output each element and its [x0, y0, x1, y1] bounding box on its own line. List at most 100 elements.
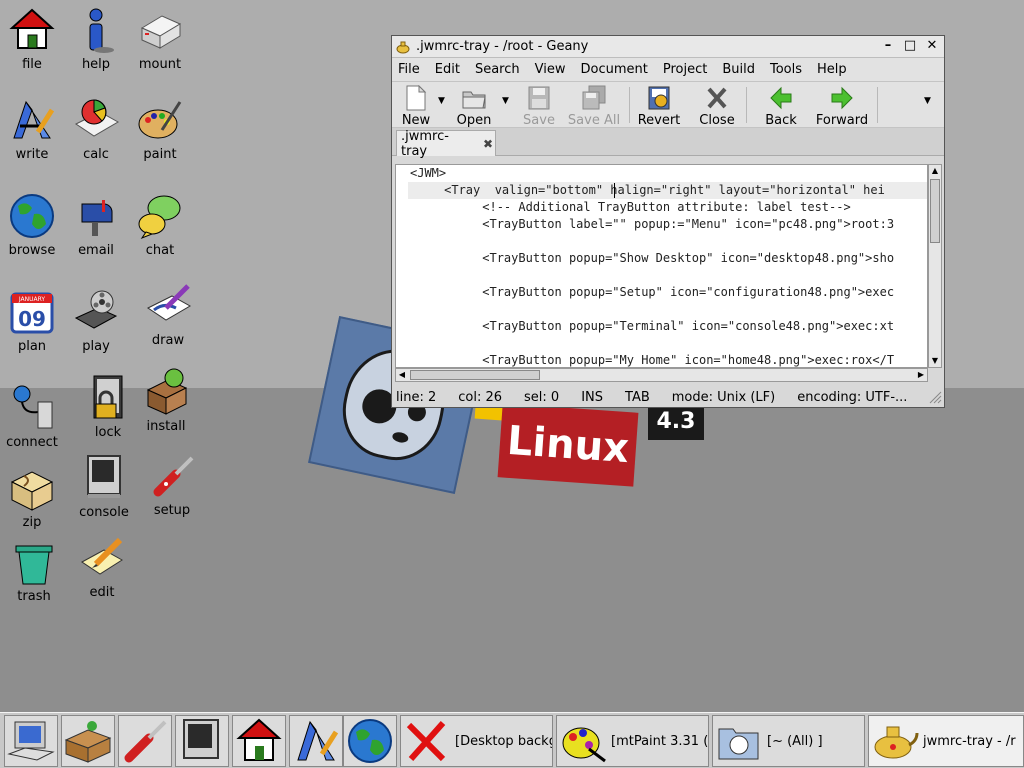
menu-project[interactable]: Project — [663, 62, 707, 77]
launcher-setup[interactable] — [118, 715, 172, 767]
open-button[interactable]: Open — [449, 85, 499, 128]
menu-file[interactable]: File — [398, 62, 420, 77]
status-mode: mode: Unix (LF) — [671, 389, 776, 405]
mtpaint-icon — [559, 719, 607, 763]
info-icon — [72, 6, 120, 54]
menu-edit[interactable]: Edit — [435, 62, 460, 77]
scroll-left-arrow-icon[interactable]: ◀ — [396, 369, 408, 381]
menu-document[interactable]: Document — [580, 62, 647, 77]
desktop-icon-paint[interactable]: paint — [124, 96, 196, 162]
maximize-button[interactable]: □ — [902, 38, 918, 54]
palette-icon — [136, 96, 184, 144]
close-button[interactable]: Close — [694, 85, 740, 128]
lock-icon — [84, 374, 132, 422]
desktop-icon-label: chat — [145, 243, 175, 258]
save-disk-icon — [527, 85, 551, 111]
globe-icon — [348, 719, 392, 763]
scroll-down-arrow-icon[interactable]: ▼ — [929, 355, 941, 367]
scroll-up-arrow-icon[interactable]: ▲ — [929, 165, 941, 177]
status-col: col: 26 — [458, 389, 503, 405]
horizontal-scroll-thumb[interactable] — [410, 370, 540, 380]
desktop-icon-trash[interactable]: trash — [0, 538, 70, 604]
desktop-icon-play[interactable]: play — [60, 288, 132, 354]
task-label: [mtPaint 3.31 ( — [611, 733, 709, 749]
menu-view[interactable]: View — [535, 62, 566, 77]
vertical-scroll-thumb[interactable] — [930, 179, 940, 243]
desktop-icon-setup[interactable]: setup — [136, 452, 208, 518]
revert-button[interactable]: Revert — [636, 85, 682, 128]
close-window-button[interactable]: ✕ — [924, 38, 940, 54]
minimize-button[interactable]: – — [880, 38, 896, 54]
desktop-icon-mount[interactable]: mount — [124, 6, 196, 72]
mailbox-icon — [72, 192, 120, 240]
desktop-icon-label: browse — [8, 243, 56, 258]
desktop-icon-write[interactable]: write — [0, 96, 68, 162]
code-line: <TrayButton popup="Show Desktop" icon="d… — [410, 251, 895, 265]
launcher-console[interactable] — [175, 715, 229, 767]
launcher-desk[interactable] — [61, 715, 115, 767]
desktop-icon-calc[interactable]: calc — [60, 96, 132, 162]
open-dropdown-arrow-icon[interactable]: ▼ — [502, 96, 509, 106]
status-tab: TAB — [625, 389, 650, 405]
desktop-icon-draw[interactable]: draw — [132, 282, 204, 348]
code-line: <JWM> — [410, 166, 447, 180]
task-geany[interactable]: jwmrc-tray - /r — [868, 715, 1024, 767]
write-icon — [8, 96, 56, 144]
desktop-icon-console[interactable]: console — [68, 454, 140, 520]
desktop-icon-zip[interactable]: zip — [0, 464, 68, 530]
save-button[interactable]: Save — [519, 85, 559, 128]
back-button[interactable]: Back — [761, 85, 801, 128]
tab-close-icon[interactable]: ✖ — [481, 137, 495, 151]
window-titlebar[interactable]: .jwmrc-tray - /root - Geany – □ ✕ — [392, 36, 944, 58]
desktop-icon-help[interactable]: help — [60, 6, 132, 72]
code-line: <TrayButton popup="Terminal" icon="conso… — [410, 319, 895, 333]
horizontal-scrollbar[interactable]: ◀ ▶ — [395, 368, 928, 382]
forward-button[interactable]: Forward — [813, 85, 871, 128]
desktop-icon-chat[interactable]: chat — [124, 192, 196, 258]
task-rox-filer[interactable]: [~ (All) ] — [712, 715, 865, 767]
window-title: .jwmrc-tray - /root - Geany — [416, 39, 589, 54]
resize-grip-icon[interactable] — [928, 390, 942, 408]
menu-tools[interactable]: Tools — [770, 62, 802, 77]
scroll-right-arrow-icon[interactable]: ▶ — [915, 369, 927, 381]
desktop-icon-connect[interactable]: connect — [0, 384, 68, 450]
task-desktop-background[interactable]: [Desktop backg — [400, 715, 553, 767]
taskbar: [Desktop backg [mtPaint 3.31 ( [~ (All) … — [0, 712, 1024, 768]
vertical-scrollbar[interactable]: ▲ ▼ — [928, 164, 942, 368]
toolbar-separator — [629, 87, 630, 123]
launcher-browse[interactable] — [343, 715, 397, 767]
launcher-write[interactable] — [289, 715, 343, 767]
red-x-icon — [403, 719, 451, 763]
new-button[interactable]: New — [395, 84, 437, 128]
knife-icon — [148, 452, 196, 500]
knife-icon — [124, 720, 167, 763]
task-mtpaint[interactable]: [mtPaint 3.31 ( — [556, 715, 709, 767]
toolbar-overflow-arrow-icon[interactable]: ▼ — [924, 96, 931, 106]
tab-jwmrc-tray[interactable]: .jwmrc-tray ✖ — [396, 129, 496, 159]
menu-search[interactable]: Search — [475, 62, 520, 77]
desktop-icon-label: draw — [151, 333, 185, 348]
calc-icon — [72, 96, 120, 144]
desktop-icon-email[interactable]: email — [60, 192, 132, 258]
revert-icon — [647, 85, 671, 111]
desktop-icon-plan[interactable]: JANUARY 09 plan — [0, 288, 68, 354]
write-icon — [297, 720, 339, 761]
menu-build[interactable]: Build — [722, 62, 755, 77]
launcher-computer[interactable] — [4, 715, 58, 767]
desktop-icon-label: edit — [89, 585, 115, 600]
desktop-icon-browse[interactable]: browse — [0, 192, 68, 258]
save-all-button[interactable]: Save All — [565, 85, 623, 128]
calendar-date: 09 — [18, 307, 46, 331]
desktop-icon-edit[interactable]: edit — [66, 534, 138, 600]
new-file-icon — [405, 84, 427, 111]
close-icon — [705, 85, 729, 111]
globe-icon — [8, 192, 56, 240]
desktop-icon-install[interactable]: install — [130, 368, 202, 434]
chat-bubble-icon — [136, 192, 184, 240]
launcher-file[interactable] — [232, 715, 286, 767]
desktop-icon-file[interactable]: file — [0, 6, 68, 72]
geany-window[interactable]: .jwmrc-tray - /root - Geany – □ ✕ File E… — [391, 35, 945, 408]
code-editor[interactable]: <JWM> <Tray valign="bottom" halign="righ… — [395, 164, 928, 368]
new-dropdown-arrow-icon[interactable]: ▼ — [438, 96, 445, 106]
menu-help[interactable]: Help — [817, 62, 847, 77]
